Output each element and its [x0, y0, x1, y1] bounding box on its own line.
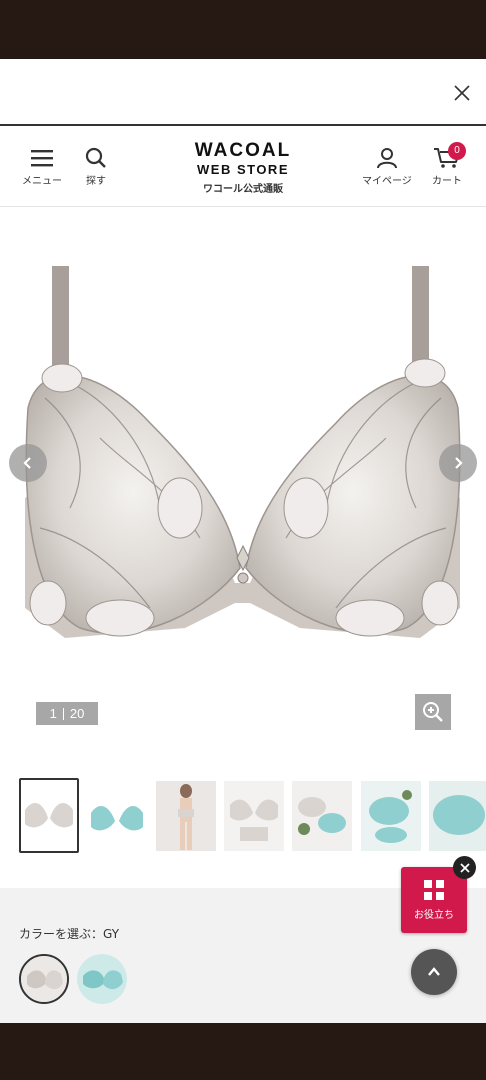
thumbnail-5[interactable] [292, 781, 352, 851]
help-close-button[interactable] [453, 856, 476, 879]
site-logo[interactable]: WACOAL WEB STORE ワコール公式通販 [194, 140, 292, 196]
image-counter: 1 20 [36, 702, 98, 725]
scroll-to-top-button[interactable] [411, 949, 457, 995]
counter-divider [62, 707, 64, 720]
mypage-label: マイページ [362, 176, 412, 187]
thumbnail-3[interactable] [156, 781, 216, 851]
zoom-in-icon [423, 702, 443, 722]
product-image-gallery[interactable]: 1 20 [0, 208, 486, 748]
logo-line1: WACOAL [194, 140, 292, 161]
menu-label: メニュー [22, 176, 62, 187]
hamburger-icon [31, 150, 53, 167]
thumbnail-strip [0, 775, 486, 855]
notice-banner [0, 59, 486, 126]
color-swatch-gy[interactable] [19, 954, 69, 1004]
product-image [25, 266, 461, 638]
logo-subtitle: ワコール公式通販 [203, 184, 283, 195]
menu-button[interactable]: メニュー [22, 147, 62, 187]
logo-line2: WEB STORE [197, 162, 289, 177]
color-label: カラーを選ぶ：GY [19, 927, 120, 941]
counter-total: 20 [69, 706, 85, 721]
thumbnail-7[interactable] [429, 781, 486, 851]
cart-count-badge: 0 [448, 142, 466, 160]
grid-icon [424, 880, 444, 900]
user-icon [376, 148, 397, 169]
bottom-dark-bar [0, 1023, 486, 1080]
search-label: 探す [86, 176, 106, 187]
thumbnail-6[interactable] [361, 781, 421, 851]
help-label: お役立ち [414, 910, 454, 921]
site-header: メニュー 探す WACOAL WEB STORE ワコール公式通販 マイページ … [0, 127, 486, 207]
search-icon [85, 147, 106, 168]
thumbnail-1[interactable] [19, 778, 79, 853]
cart-label: カート [432, 176, 462, 187]
close-icon [459, 862, 470, 873]
search-button[interactable]: 探す [84, 147, 108, 187]
close-icon[interactable] [452, 83, 472, 103]
chevron-right-icon [455, 457, 463, 469]
top-dark-bar [0, 0, 486, 59]
chevron-up-icon [428, 967, 440, 976]
thumbnail-4[interactable] [224, 781, 284, 851]
mypage-button[interactable]: マイページ [362, 147, 412, 187]
chevron-left-icon [23, 457, 31, 469]
color-swatch-bl[interactable] [77, 954, 127, 1004]
thumbnail-2[interactable] [87, 781, 147, 851]
zoom-button[interactable] [415, 694, 451, 730]
counter-current: 1 [49, 706, 57, 721]
prev-arrow-button[interactable] [9, 444, 47, 482]
next-arrow-button[interactable] [439, 444, 477, 482]
